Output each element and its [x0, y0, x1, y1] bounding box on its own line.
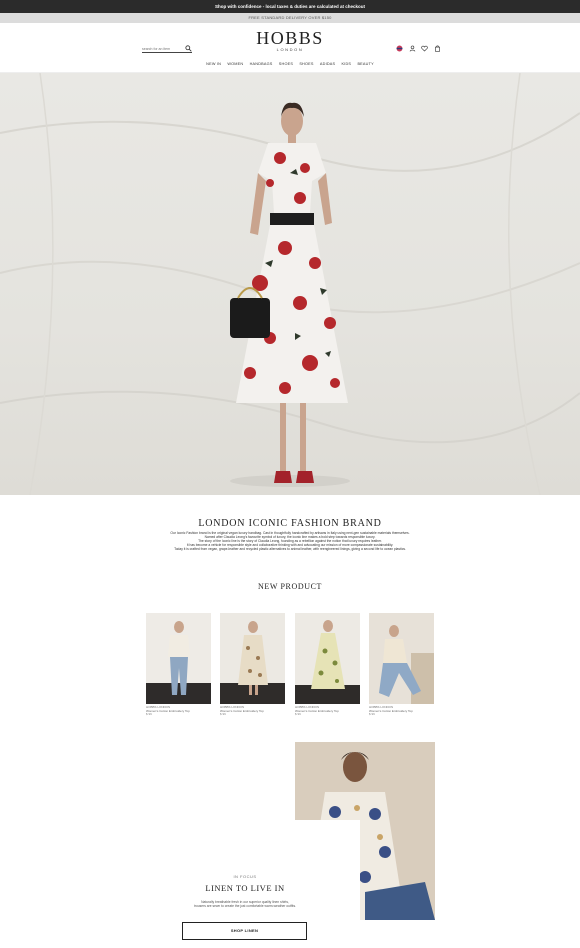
focus-description: Naturally breathable fresh in our superi…: [178, 900, 312, 908]
product-card[interactable]: HOBBS LONDON Women's Cotton Embroidery T…: [220, 613, 285, 717]
nav-item-handbags[interactable]: HANDBAGS: [250, 62, 273, 66]
site-logo-sub: LONDON: [276, 47, 304, 52]
flag-icon[interactable]: [396, 45, 403, 52]
nav-item-women[interactable]: WOMEN: [227, 62, 243, 66]
product-photo: [295, 613, 360, 704]
product-image[interactable]: [369, 613, 434, 704]
wishlist-icon[interactable]: [421, 45, 428, 52]
brand-description: Our Iconic Fashion brand is the original…: [140, 531, 440, 551]
nav-item-beauty[interactable]: BEAUTY: [357, 62, 373, 66]
nav-item-new-in[interactable]: NEW IN: [206, 62, 221, 66]
site-header: HOBBS LONDON NEW IN WOMEN HANDBAGS SHOES…: [0, 23, 580, 73]
product-price: $ 99: [295, 712, 301, 717]
product-photo: [146, 613, 211, 704]
product-price: $ 99: [369, 712, 375, 717]
nav-item-kids[interactable]: KIDS: [342, 62, 352, 66]
focus-kicker: IN FOCUS: [233, 874, 257, 879]
search-box: [142, 45, 192, 53]
shipping-banner: FREE STANDARD DELIVERY OVER $150: [0, 13, 580, 23]
account-icon[interactable]: [409, 45, 416, 52]
product-card[interactable]: HOBBS LONDON Women's Cotton Embroidery T…: [369, 613, 434, 717]
shop-linen-button[interactable]: SHOP LINEN: [182, 922, 307, 940]
main-nav: NEW IN WOMEN HANDBAGS SHOES SHOES ADIDAS…: [130, 62, 450, 69]
promo-banner: Shop with confidence - local taxes & dut…: [0, 0, 580, 13]
search-input[interactable]: [142, 45, 184, 52]
product-photo: [220, 613, 285, 704]
product-image[interactable]: [146, 613, 211, 704]
focus-text-line: trousers are sewn to create the just com…: [193, 904, 297, 909]
focus-title: LINEN TO LIVE IN: [205, 883, 285, 893]
nav-item-shoes-2[interactable]: SHOES: [299, 62, 313, 66]
product-price: $ 99: [146, 712, 152, 717]
new-product-title: NEW PRODUCT: [257, 582, 322, 591]
header-actions: [396, 45, 444, 53]
product-price: $ 99: [220, 712, 226, 717]
nav-item-adidas[interactable]: ADIDAS: [320, 62, 335, 66]
bag-icon[interactable]: [434, 45, 441, 52]
brand-line: Today it is crafted from vegan, grape-le…: [174, 547, 406, 551]
product-image[interactable]: [295, 613, 360, 704]
hero-model-illustration: [0, 73, 580, 495]
product-photo: [369, 613, 434, 704]
product-image[interactable]: [220, 613, 285, 704]
site-logo[interactable]: HOBBS: [240, 28, 340, 49]
product-card[interactable]: HOBBS LONDON Women's Cotton Embroidery T…: [146, 613, 211, 717]
nav-item-shoes[interactable]: SHOES: [279, 62, 293, 66]
product-card[interactable]: HOBBS LONDON Women's Cotton Embroidery T…: [295, 613, 360, 717]
brand-title: LONDON ICONIC FASHION BRAND: [198, 518, 382, 529]
search-icon[interactable]: [185, 45, 192, 52]
hero-image[interactable]: [0, 73, 580, 495]
